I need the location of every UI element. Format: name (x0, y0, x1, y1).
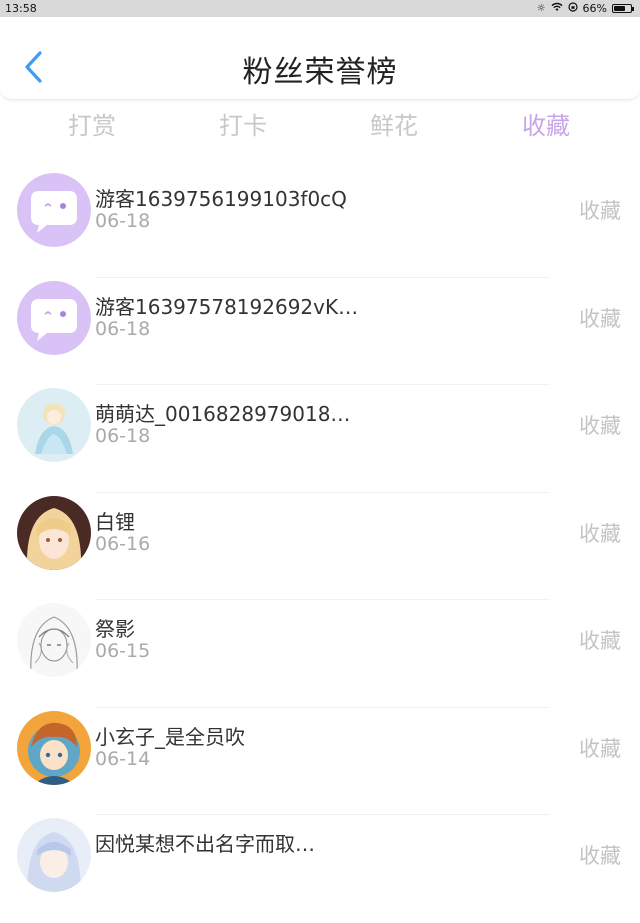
wifi-icon (551, 2, 563, 15)
battery-percent: 66% (582, 2, 607, 15)
fan-name: 白锂 (95, 509, 135, 534)
fan-name: 萌萌达_0016828979018… (95, 402, 351, 426)
rotation-lock-icon (567, 2, 578, 15)
favorite-label: 收藏 (579, 736, 621, 761)
avatar[interactable] (17, 818, 91, 892)
fan-date: 06-14 (95, 747, 151, 770)
battery-icon (612, 4, 634, 13)
fan-name: 祭影 (95, 617, 135, 641)
anime-girl-silver-hair-avatar-icon (17, 818, 91, 892)
list-item[interactable]: 游客1639756199103f0cQ 06-18 收藏 (0, 170, 640, 278)
avatar[interactable] (17, 280, 91, 355)
favorite-label: 收藏 (579, 844, 621, 868)
fan-name: 小玄子_是全员吹 (95, 724, 245, 749)
brightness-icon: ☼ (536, 3, 546, 14)
status-bar: 13:58 ☼ 66% (0, 0, 640, 17)
fan-name: 游客16397578192692vK… (95, 294, 359, 319)
page-title: 粉丝荣誉榜 (242, 55, 398, 90)
anime-boy-orange-avatar-icon (17, 710, 91, 785)
favorite-label: 收藏 (579, 521, 621, 546)
favorite-label: 收藏 (579, 629, 621, 653)
list-item[interactable]: 因悦某想不出名字而取… 收藏 (0, 815, 640, 923)
fan-date: 06-18 (95, 425, 151, 447)
fan-list: 游客1639756199103f0cQ 06-18 收藏 游客163975781… (0, 170, 640, 923)
status-time: 13:58 (5, 2, 37, 15)
fan-date: 06-18 (95, 317, 151, 340)
list-item[interactable]: 萌萌达_0016828979018… 06-18 收藏 (0, 385, 640, 493)
header-bar: 粉丝荣誉榜 (0, 17, 640, 100)
tab-flowers[interactable]: 鲜花 (334, 106, 454, 141)
default-chat-avatar-icon (17, 280, 91, 355)
tab-reward[interactable]: 打赏 (32, 106, 152, 141)
fan-date: 06-16 (95, 532, 151, 555)
anime-blonde-girl-avatar-icon (17, 495, 91, 570)
favorite-label: 收藏 (579, 306, 621, 331)
battery-fill (614, 6, 625, 11)
tab-checkin[interactable]: 打卡 (183, 106, 303, 141)
tab-favorites[interactable]: 收藏 (486, 106, 606, 141)
favorite-label: 收藏 (579, 199, 621, 223)
list-item[interactable]: 祭影 06-15 收藏 (0, 600, 640, 708)
avatar[interactable] (17, 388, 91, 462)
status-right: ☼ 66% (536, 2, 634, 15)
fan-name: 游客1639756199103f0cQ (95, 187, 347, 211)
avatar[interactable] (17, 495, 91, 570)
fan-date: 06-15 (95, 640, 151, 662)
favorite-label: 收藏 (579, 414, 621, 438)
avatar[interactable] (17, 173, 91, 247)
list-item[interactable]: 小玄子_是全员吹 06-14 收藏 (0, 708, 640, 815)
list-item[interactable]: 白锂 06-16 收藏 (0, 493, 640, 600)
anime-girl-blue-dress-avatar-icon (17, 388, 91, 462)
sketch-girl-avatar-icon (17, 603, 91, 677)
avatar[interactable] (17, 710, 91, 785)
tab-bar: 打赏 打卡 鲜花 收藏 (0, 106, 640, 146)
default-chat-avatar-icon (17, 173, 91, 247)
list-item[interactable]: 游客16397578192692vK… 06-18 收藏 (0, 278, 640, 385)
fan-date: 06-18 (95, 210, 151, 232)
avatar[interactable] (17, 603, 91, 677)
